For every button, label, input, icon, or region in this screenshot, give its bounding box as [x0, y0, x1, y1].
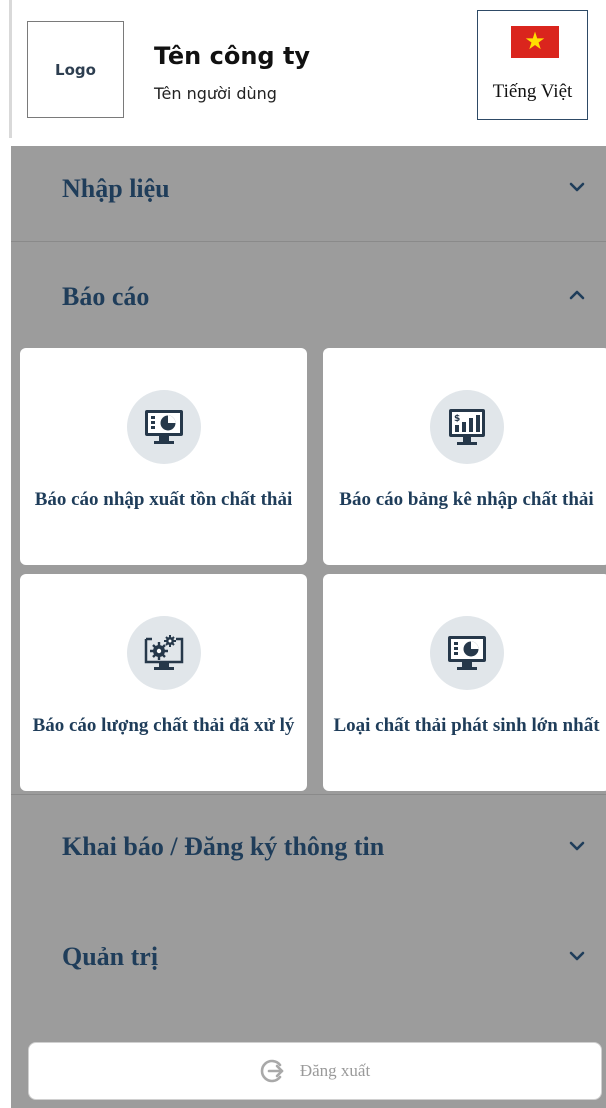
- svg-text:$: $: [454, 414, 460, 424]
- language-selector[interactable]: ★ Tiếng Việt: [477, 10, 588, 120]
- menu-section-data-entry[interactable]: Nhập liệu: [11, 146, 606, 240]
- company-logo: Logo: [27, 21, 124, 118]
- report-card[interactable]: Báo cáo nhập xuất tồn chất thải: [20, 348, 307, 565]
- chevron-down-icon: [569, 182, 585, 192]
- monitor-bar-chart-dollar-icon: $: [429, 390, 504, 464]
- logout-label: Đăng xuất: [299, 1061, 371, 1080]
- menu-section-label: Nhập liệu: [62, 174, 170, 203]
- logout-button[interactable]: Đăng xuất: [28, 1042, 602, 1100]
- report-card[interactable]: Loại chất thải phát sinh lớn nhất: [323, 574, 606, 791]
- company-name: Tên công ty: [154, 42, 311, 70]
- language-label: Tiếng Việt: [492, 81, 573, 102]
- menu-section-label: Quản trị: [62, 942, 159, 971]
- monitor-pie-chart-icon: [429, 616, 504, 690]
- report-card-label: Báo cáo nhập xuất tồn chất thải: [34, 489, 293, 510]
- menu-section-label: Báo cáo: [62, 282, 150, 311]
- monitor-gears-icon: [126, 616, 201, 690]
- user-name: Tên người dùng: [154, 84, 277, 103]
- report-card-label: Báo cáo bảng kê nhập chất thải: [339, 489, 594, 510]
- report-card-label: Loại chất thải phát sinh lớn nhất: [333, 715, 600, 736]
- report-card-label: Báo cáo lượng chất thải đã xử lý: [32, 715, 295, 736]
- side-menu: Nhập liệu Báo cáo Báo cáo nhập xuất tồn …: [11, 146, 606, 1108]
- menu-section-administration[interactable]: Quản trị: [11, 899, 606, 1003]
- vietnam-flag-icon: ★: [511, 26, 559, 58]
- chevron-up-icon: [569, 290, 585, 300]
- menu-section-label: Khai báo / Đăng ký thông tin: [62, 832, 385, 861]
- monitor-pie-chart-icon: [126, 390, 201, 464]
- report-card[interactable]: $ Báo cáo bảng kê nhập chất thải: [323, 348, 606, 565]
- left-edge-rule: [0, 0, 12, 1108]
- app-header: Logo Tên công ty Tên người dùng ★ Tiếng …: [12, 0, 606, 146]
- chevron-down-icon: [569, 951, 585, 961]
- chevron-down-icon: [569, 841, 585, 851]
- menu-section-reports[interactable]: Báo cáo: [11, 242, 606, 342]
- menu-section-declaration[interactable]: Khai báo / Đăng ký thông tin: [11, 795, 606, 899]
- logout-icon: [260, 1059, 284, 1083]
- report-card[interactable]: Báo cáo lượng chất thải đã xử lý: [20, 574, 307, 791]
